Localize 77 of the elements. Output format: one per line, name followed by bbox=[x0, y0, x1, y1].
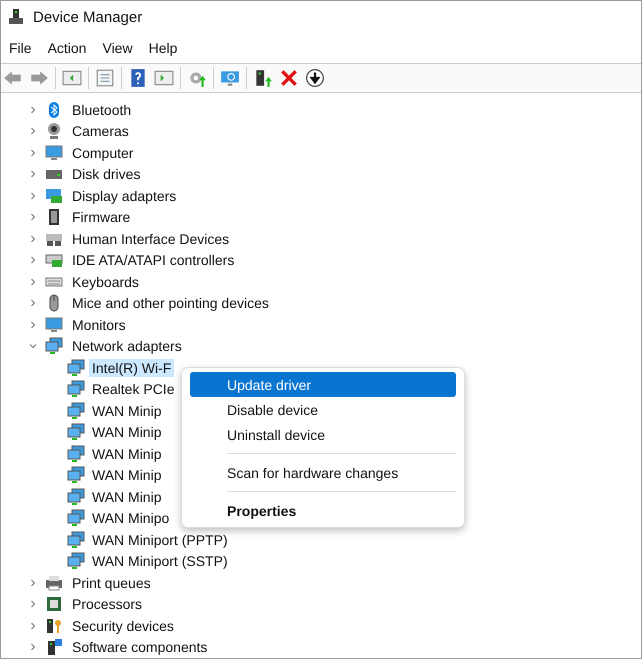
network-icon bbox=[67, 466, 85, 484]
network-icon bbox=[67, 509, 85, 528]
caret-icon[interactable] bbox=[29, 256, 37, 264]
tree-item[interactable]: WAN Minip bbox=[89, 444, 164, 463]
network-icon bbox=[67, 423, 85, 442]
menu-item[interactable]: Action bbox=[42, 38, 92, 58]
tree-item[interactable]: Bluetooth bbox=[69, 100, 134, 119]
tree-item[interactable]: WAN Minip bbox=[89, 466, 164, 484]
tree-item[interactable]: Security devices bbox=[69, 616, 177, 635]
display-adapter-icon bbox=[45, 186, 63, 205]
key-device-icon bbox=[45, 616, 63, 635]
menu-item[interactable]: Scan for hardware changes bbox=[190, 460, 456, 485]
network-icon bbox=[67, 358, 85, 377]
processor-icon bbox=[45, 595, 63, 614]
caret-icon[interactable] bbox=[29, 622, 37, 630]
caret-icon[interactable] bbox=[29, 213, 37, 222]
caret-icon[interactable] bbox=[29, 643, 37, 652]
caret-icon[interactable] bbox=[29, 148, 37, 157]
network-icon bbox=[67, 402, 85, 420]
tree-item[interactable]: WAN Miniport (SSTP) bbox=[89, 552, 231, 570]
menu-item[interactable]: Update driver bbox=[190, 372, 456, 397]
camera-icon bbox=[45, 122, 63, 140]
menu-item[interactable]: Help bbox=[142, 38, 184, 58]
window-title: Device Manager bbox=[33, 8, 142, 26]
caret-icon[interactable] bbox=[29, 342, 37, 350]
tree-item[interactable]: Processors bbox=[69, 595, 146, 614]
tree-item[interactable]: WAN Minip bbox=[89, 402, 164, 420]
menu-item[interactable]: File bbox=[3, 38, 38, 58]
tree-item[interactable]: Network adapters bbox=[69, 337, 185, 356]
tree-item[interactable]: WAN Minip bbox=[89, 423, 164, 442]
tree-item[interactable]: Cameras bbox=[69, 122, 132, 140]
software-component-icon bbox=[45, 638, 63, 656]
network-icon bbox=[67, 530, 85, 549]
tree-item[interactable]: Software components bbox=[69, 638, 210, 656]
caret-icon[interactable] bbox=[29, 170, 37, 178]
tree-item[interactable]: IDE ATA/ATAPI controllers bbox=[69, 251, 238, 270]
download-icon[interactable] bbox=[305, 68, 325, 88]
caret-icon[interactable] bbox=[29, 278, 37, 286]
tree-item[interactable]: WAN Minipo bbox=[89, 509, 172, 528]
tree-item[interactable]: Firmware bbox=[69, 208, 134, 226]
tree-item[interactable]: Print queues bbox=[69, 574, 154, 592]
properties-icon[interactable] bbox=[95, 68, 115, 88]
computer-icon bbox=[45, 144, 63, 162]
network-icon bbox=[67, 488, 85, 506]
run-panel-icon[interactable] bbox=[154, 68, 174, 88]
caret-icon[interactable] bbox=[29, 320, 37, 329]
tree-item[interactable]: Display adapters bbox=[69, 186, 180, 205]
caret-icon[interactable] bbox=[29, 578, 37, 587]
printer-icon bbox=[45, 574, 63, 592]
caret-icon[interactable] bbox=[29, 600, 37, 608]
menu-item[interactable]: Disable device bbox=[190, 397, 456, 422]
tree-item[interactable]: WAN Minip bbox=[89, 488, 164, 506]
menu-item[interactable]: View bbox=[96, 38, 139, 58]
tree-item[interactable]: WAN Miniport (PPTP) bbox=[89, 530, 231, 549]
menu-item[interactable]: Properties bbox=[190, 498, 456, 523]
panel-icon[interactable] bbox=[62, 68, 82, 88]
tree-item[interactable]: Keyboards bbox=[69, 272, 142, 291]
tree-item[interactable]: Mice and other pointing devices bbox=[69, 294, 272, 312]
caret-icon[interactable] bbox=[29, 234, 37, 243]
tree-item[interactable]: Computer bbox=[69, 144, 136, 162]
network-icon bbox=[67, 380, 85, 398]
network-icon bbox=[67, 552, 85, 570]
caret-icon[interactable] bbox=[29, 192, 37, 200]
tree-item[interactable]: Intel(R) Wi-F bbox=[89, 358, 174, 377]
tree-item[interactable]: Human Interface Devices bbox=[69, 230, 232, 248]
tree-item[interactable]: Disk drives bbox=[69, 165, 144, 184]
caret-icon[interactable] bbox=[29, 127, 37, 136]
network-icon bbox=[45, 337, 63, 356]
caret-icon[interactable] bbox=[29, 299, 37, 308]
network-icon bbox=[67, 444, 85, 463]
app-icon bbox=[7, 8, 25, 26]
monitor-icon bbox=[45, 316, 63, 334]
tree-item[interactable]: Monitors bbox=[69, 316, 129, 334]
caret-icon[interactable] bbox=[29, 106, 37, 114]
menu-item[interactable]: Uninstall device bbox=[190, 422, 456, 447]
close-icon[interactable] bbox=[279, 68, 299, 88]
tree-item[interactable]: Realtek PCIe bbox=[89, 380, 178, 398]
